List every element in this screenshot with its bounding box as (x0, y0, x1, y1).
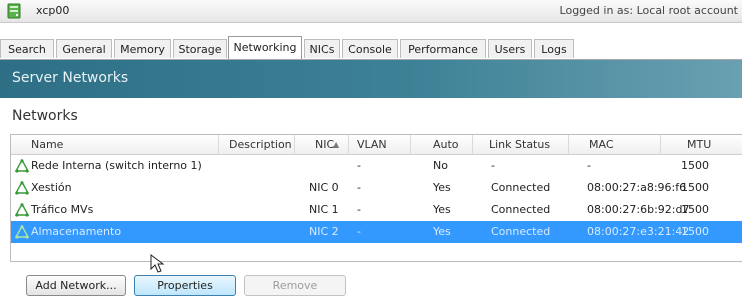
tab-users[interactable]: Users (488, 39, 532, 58)
tab-networking[interactable]: Networking (228, 36, 302, 59)
tab-console[interactable]: Console (342, 39, 398, 58)
tab-strip: Search General Memory Storage Networking… (0, 36, 742, 60)
vlan-value: - (357, 203, 361, 216)
network-name: Xestión (31, 181, 72, 194)
link-status-value: Connected (491, 203, 551, 216)
vlan-value: - (357, 181, 361, 194)
table-header: Name Description NIC ▲ VLAN Auto Link St… (11, 135, 742, 155)
server-icon (7, 3, 21, 19)
remove-button: Remove (244, 275, 346, 296)
link-status-value: Connected (491, 181, 551, 194)
title-bar: xcp00 Logged in as: Local root account (0, 0, 742, 23)
link-status-value: - (491, 159, 495, 172)
column-header-mac[interactable]: MAC (569, 135, 661, 154)
tab-logs[interactable]: Logs (534, 39, 574, 58)
mtu-value: 1500 (681, 203, 709, 216)
table-row-selected[interactable]: Almacenamento NIC 2 - Yes Connected 08:0… (11, 221, 742, 243)
column-header-auto[interactable]: Auto (411, 135, 473, 154)
nic-value: NIC 1 (309, 203, 339, 216)
mouse-pointer-icon (150, 254, 165, 273)
nic-value: NIC 2 (309, 225, 339, 238)
server-networks-banner: Server Networks (0, 60, 742, 98)
mac-value: 08:00:27:6b:92:d7 (587, 203, 690, 216)
link-status-value: Connected (491, 225, 551, 238)
auto-value: Yes (433, 225, 451, 238)
host-name: xcp00 (36, 4, 70, 17)
sort-ascending-icon: ▲ (333, 135, 349, 154)
auto-value: Yes (433, 181, 451, 194)
mtu-value: 1500 (681, 159, 709, 172)
column-header-link-status[interactable]: Link Status (473, 135, 569, 154)
mac-value: 08:00:27:e3:21:42 (587, 225, 690, 238)
network-name: Almacenamento (31, 225, 122, 238)
network-name: Tráfico MVs (31, 203, 94, 216)
table-row[interactable]: Xestión NIC 0 - Yes Connected 08:00:27:a… (11, 177, 742, 199)
banner-title: Server Networks (12, 70, 129, 86)
mtu-value: 1500 (681, 225, 709, 238)
column-header-name[interactable]: Name (11, 135, 219, 154)
column-header-description[interactable]: Description (219, 135, 295, 154)
networks-table: Name Description NIC ▲ VLAN Auto Link St… (10, 134, 742, 262)
tab-storage[interactable]: Storage (173, 39, 227, 58)
properties-button[interactable]: Properties (134, 275, 236, 296)
mac-value: - (587, 159, 591, 172)
network-name: Rede Interna (switch interno 1) (31, 159, 202, 172)
tab-general[interactable]: General (56, 39, 112, 58)
network-icon (15, 159, 29, 173)
column-header-vlan[interactable]: VLAN (349, 135, 411, 154)
add-network-button[interactable]: Add Network... (26, 275, 126, 296)
networks-heading: Networks (12, 108, 78, 124)
network-icon (15, 203, 29, 217)
tab-nics[interactable]: NICs (304, 39, 340, 58)
tab-search[interactable]: Search (0, 39, 54, 58)
nic-value: NIC 0 (309, 181, 339, 194)
network-icon (15, 181, 29, 195)
mac-value: 08:00:27:a8:96:f6 (587, 181, 687, 194)
tab-performance[interactable]: Performance (400, 39, 486, 58)
network-icon (15, 225, 29, 239)
column-header-mtu[interactable]: MTU (661, 135, 742, 154)
login-status: Logged in as: Local root account (559, 4, 738, 17)
vlan-value: - (357, 159, 361, 172)
mtu-value: 1500 (681, 181, 709, 194)
table-row[interactable]: Tráfico MVs NIC 1 - Yes Connected 08:00:… (11, 199, 742, 221)
tab-memory[interactable]: Memory (114, 39, 171, 58)
auto-value: Yes (433, 203, 451, 216)
auto-value: No (433, 159, 448, 172)
table-row[interactable]: Rede Interna (switch interno 1) - No - -… (11, 155, 742, 177)
vlan-value: - (357, 225, 361, 238)
